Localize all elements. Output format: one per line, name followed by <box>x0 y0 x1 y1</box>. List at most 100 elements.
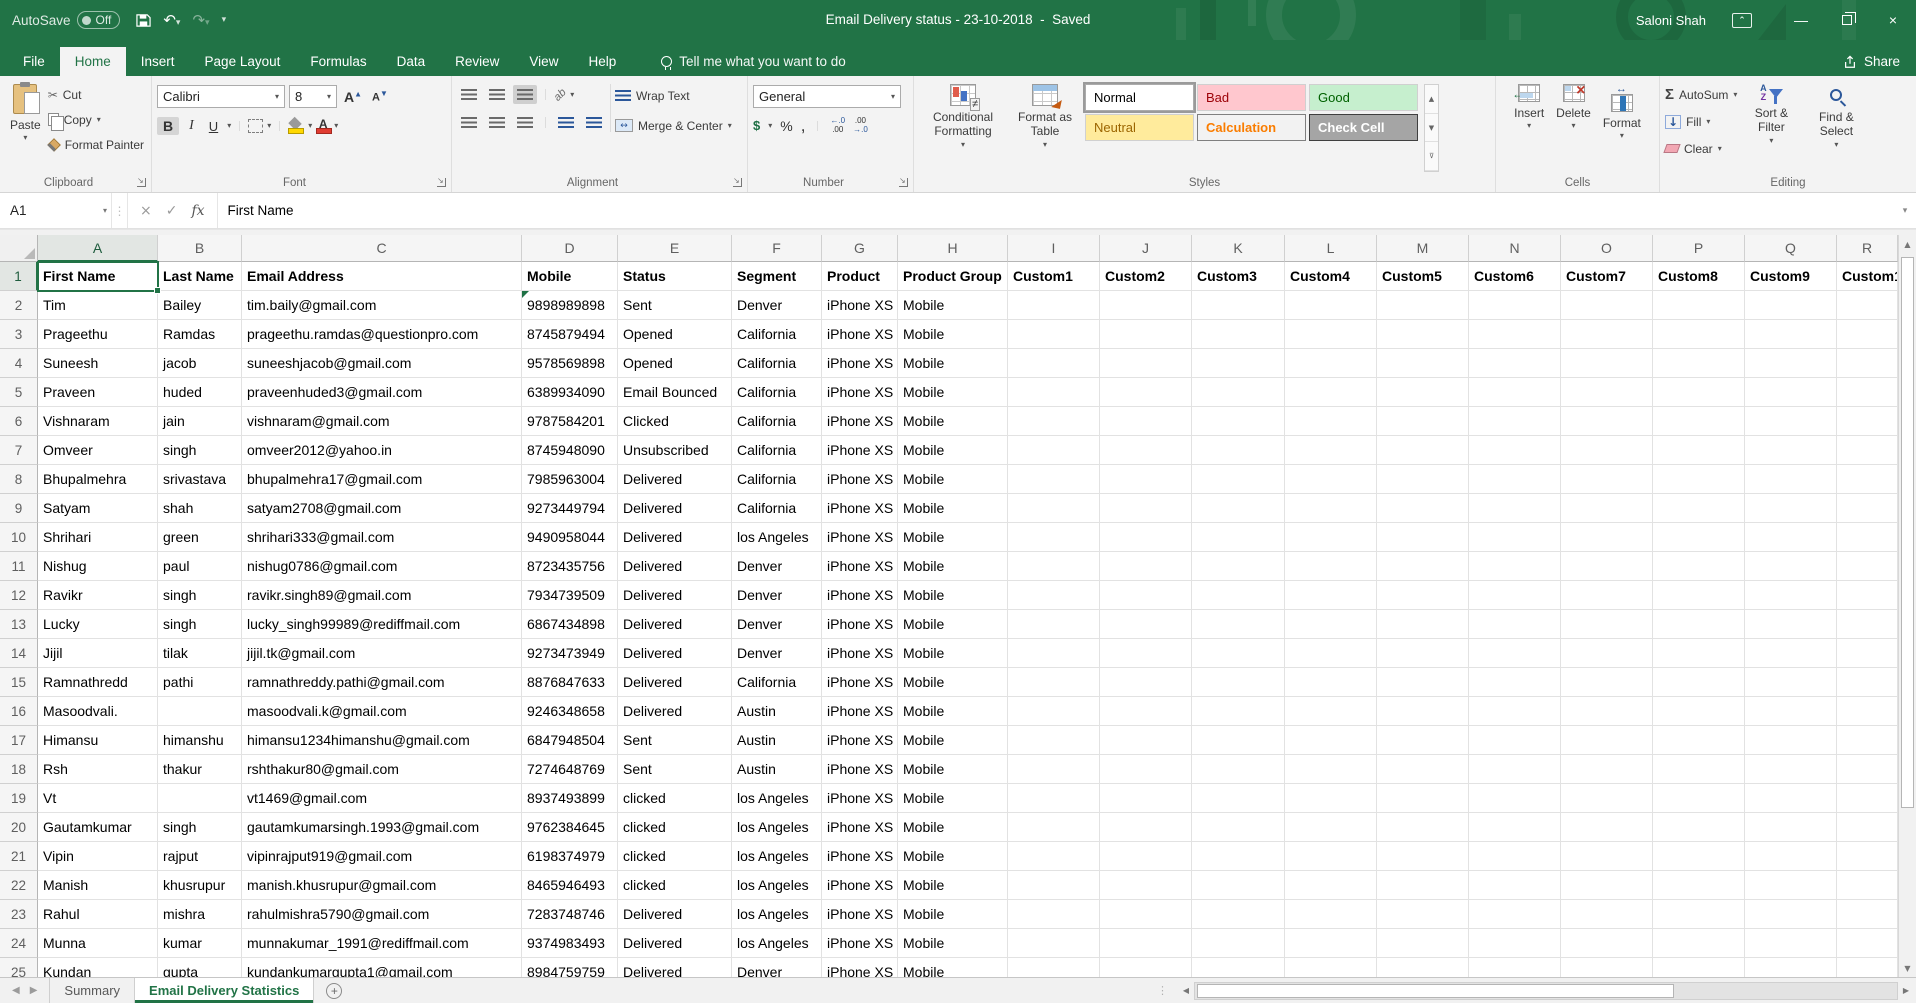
cell-A16[interactable]: Masoodvali. <box>38 697 158 726</box>
scroll-left-icon[interactable]: ◀ <box>1178 982 1194 1000</box>
cell-D14[interactable]: 9273473949 <box>522 639 618 668</box>
cell-O18[interactable] <box>1561 755 1653 784</box>
cell-L11[interactable] <box>1285 552 1377 581</box>
cell-E21[interactable]: clicked <box>618 842 732 871</box>
cell-D2[interactable]: 9898989898 <box>522 291 618 320</box>
cell-K19[interactable] <box>1192 784 1285 813</box>
cell-P25[interactable] <box>1653 958 1745 977</box>
cell-style-normal[interactable]: Normal <box>1085 84 1194 111</box>
cell-G24[interactable]: iPhone XS <box>822 929 898 958</box>
cell-M24[interactable] <box>1377 929 1469 958</box>
cell-G6[interactable]: iPhone XS <box>822 407 898 436</box>
previous-sheet-icon[interactable]: ◀ <box>12 985 20 996</box>
cell-G23[interactable]: iPhone XS <box>822 900 898 929</box>
cell-K4[interactable] <box>1192 349 1285 378</box>
cell-B13[interactable]: singh <box>158 610 242 639</box>
cell-A17[interactable]: Himansu <box>38 726 158 755</box>
cell-I7[interactable] <box>1008 436 1100 465</box>
cell-P1[interactable]: Custom8 <box>1653 262 1745 291</box>
cell-H4[interactable]: Mobile <box>898 349 1008 378</box>
cell-I1[interactable]: Custom1 <box>1008 262 1100 291</box>
cell-N11[interactable] <box>1469 552 1561 581</box>
column-header-M[interactable]: M <box>1377 235 1469 262</box>
cell-C10[interactable]: shrihari333@gmail.com <box>242 523 522 552</box>
cell-A23[interactable]: Rahul <box>38 900 158 929</box>
merge-center-button[interactable]: ↔Merge & Center▾ <box>615 115 732 136</box>
cell-I3[interactable] <box>1008 320 1100 349</box>
column-header-Q[interactable]: Q <box>1745 235 1837 262</box>
tell-me-box[interactable]: Tell me what you want to do <box>661 47 846 76</box>
cell-C7[interactable]: omveer2012@yahoo.in <box>242 436 522 465</box>
row-header-25[interactable]: 25 <box>0 958 38 977</box>
cell-R25[interactable] <box>1837 958 1898 977</box>
decrease-font-size-button[interactable]: A▼ <box>369 89 391 104</box>
cell-O1[interactable]: Custom7 <box>1561 262 1653 291</box>
cell-L24[interactable] <box>1285 929 1377 958</box>
cell-A8[interactable]: Bhupalmehra <box>38 465 158 494</box>
cell-C18[interactable]: rshthakur80@gmail.com <box>242 755 522 784</box>
cell-J19[interactable] <box>1100 784 1192 813</box>
conditional-formatting-button[interactable]: Conditional Formatting ▾ <box>919 80 1007 172</box>
cell-K23[interactable] <box>1192 900 1285 929</box>
cell-R10[interactable] <box>1837 523 1898 552</box>
cell-R9[interactable] <box>1837 494 1898 523</box>
ribbon-tab-help[interactable]: Help <box>573 47 631 76</box>
cell-E4[interactable]: Opened <box>618 349 732 378</box>
cell-D4[interactable]: 9578569898 <box>522 349 618 378</box>
cell-G1[interactable]: Product <box>822 262 898 291</box>
row-header-23[interactable]: 23 <box>0 900 38 929</box>
cell-Q22[interactable] <box>1745 871 1837 900</box>
borders-icon[interactable] <box>248 119 263 133</box>
sheet-tab-summary[interactable]: Summary <box>49 978 135 1003</box>
cell-A24[interactable]: Munna <box>38 929 158 958</box>
tab-scroll-splitter[interactable]: ⋮ <box>1149 978 1176 1003</box>
cell-N1[interactable]: Custom6 <box>1469 262 1561 291</box>
cell-J22[interactable] <box>1100 871 1192 900</box>
cell-N17[interactable] <box>1469 726 1561 755</box>
column-header-C[interactable]: C <box>242 235 522 262</box>
cell-R11[interactable] <box>1837 552 1898 581</box>
cell-O21[interactable] <box>1561 842 1653 871</box>
cell-B17[interactable]: himanshu <box>158 726 242 755</box>
ribbon-tab-review[interactable]: Review <box>440 47 514 76</box>
cell-J6[interactable] <box>1100 407 1192 436</box>
cell-O25[interactable] <box>1561 958 1653 977</box>
paste-button[interactable]: Paste ▾ <box>5 80 46 172</box>
cell-H3[interactable]: Mobile <box>898 320 1008 349</box>
cell-J1[interactable]: Custom2 <box>1100 262 1192 291</box>
cell-I10[interactable] <box>1008 523 1100 552</box>
ribbon-display-options-icon[interactable]: ⌃ <box>1732 13 1752 28</box>
cell-Q17[interactable] <box>1745 726 1837 755</box>
cell-E20[interactable]: clicked <box>618 813 732 842</box>
format-as-table-button[interactable]: Format as Table ▾ <box>1009 80 1081 172</box>
cell-B22[interactable]: khusrupur <box>158 871 242 900</box>
cell-K17[interactable] <box>1192 726 1285 755</box>
cell-J16[interactable] <box>1100 697 1192 726</box>
cell-D20[interactable]: 9762384645 <box>522 813 618 842</box>
cell-M6[interactable] <box>1377 407 1469 436</box>
cell-J12[interactable] <box>1100 581 1192 610</box>
column-header-R[interactable]: R <box>1837 235 1898 262</box>
cell-L1[interactable]: Custom4 <box>1285 262 1377 291</box>
cell-P10[interactable] <box>1653 523 1745 552</box>
autosave-toggle[interactable]: Off <box>77 11 121 29</box>
cell-I11[interactable] <box>1008 552 1100 581</box>
cell-K1[interactable]: Custom3 <box>1192 262 1285 291</box>
cell-H10[interactable]: Mobile <box>898 523 1008 552</box>
cell-R7[interactable] <box>1837 436 1898 465</box>
cell-G7[interactable]: iPhone XS <box>822 436 898 465</box>
cell-J18[interactable] <box>1100 755 1192 784</box>
cell-F4[interactable]: California <box>732 349 822 378</box>
cell-D18[interactable]: 7274648769 <box>522 755 618 784</box>
cell-D19[interactable]: 8937493899 <box>522 784 618 813</box>
cell-Q8[interactable] <box>1745 465 1837 494</box>
cell-H20[interactable]: Mobile <box>898 813 1008 842</box>
cell-R17[interactable] <box>1837 726 1898 755</box>
cell-F24[interactable]: los Angeles <box>732 929 822 958</box>
cell-H12[interactable]: Mobile <box>898 581 1008 610</box>
cell-M1[interactable]: Custom5 <box>1377 262 1469 291</box>
cell-K18[interactable] <box>1192 755 1285 784</box>
number-format-combo[interactable]: General▾ <box>753 85 901 108</box>
cell-Q6[interactable] <box>1745 407 1837 436</box>
cell-G21[interactable]: iPhone XS <box>822 842 898 871</box>
